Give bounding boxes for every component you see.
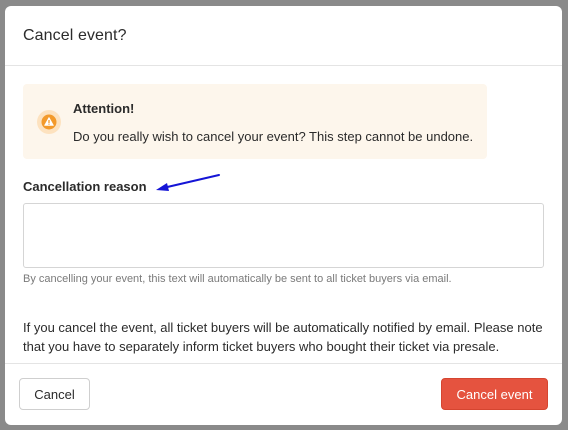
cancel-button[interactable]: Cancel xyxy=(19,378,90,410)
cancellation-reason-label: Cancellation reason xyxy=(23,179,147,194)
warning-icon xyxy=(37,110,61,134)
alert-message: Do you really wish to cancel your event?… xyxy=(73,129,474,144)
cancel-event-button[interactable]: Cancel event xyxy=(441,378,548,410)
dialog-footer: Cancel Cancel event xyxy=(5,363,562,425)
dialog-body: Attention! Do you really wish to cancel … xyxy=(5,67,562,363)
dialog-header: Cancel event? xyxy=(5,6,562,66)
alert-title: Attention! xyxy=(73,101,135,116)
attention-alert: Attention! Do you really wish to cancel … xyxy=(23,84,487,159)
annotation-arrow-icon xyxy=(156,174,220,191)
dialog-title: Cancel event? xyxy=(23,26,127,44)
reason-help-text: By cancelling your event, this text will… xyxy=(23,273,452,285)
cancel-event-dialog: Cancel event? Attention! Do you really w… xyxy=(5,6,562,425)
cancellation-reason-textarea[interactable] xyxy=(23,203,544,268)
notification-info-text: If you cancel the event, all ticket buye… xyxy=(23,320,543,354)
